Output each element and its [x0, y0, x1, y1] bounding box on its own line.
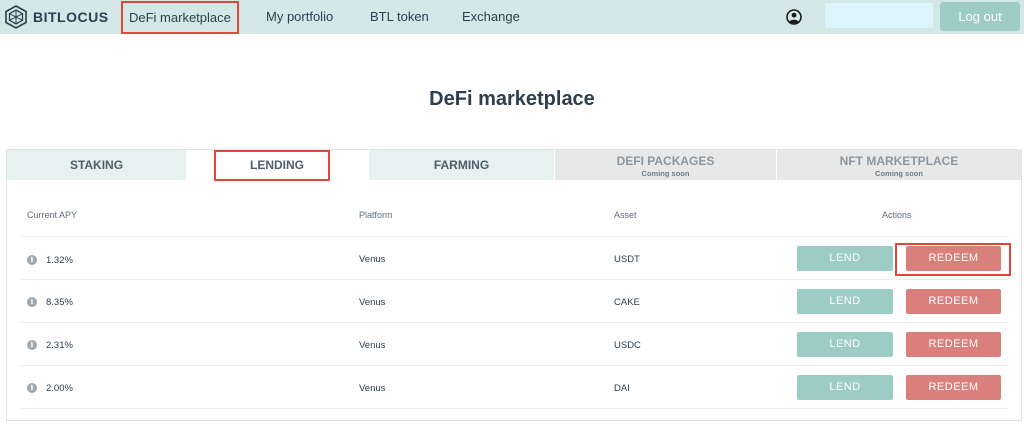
lending-tab-highlight	[214, 150, 330, 181]
nav-defi-marketplace[interactable]: DeFi marketplace	[121, 1, 239, 34]
bitlocus-hexagon-logo-icon	[5, 5, 27, 29]
tab-label: DEFI PACKAGES	[616, 154, 715, 168]
tab-bar: STAKING LENDING FARMING DEFI PACKAGES Co…	[7, 150, 1021, 180]
user-circle-icon[interactable]	[786, 9, 802, 25]
tab-coming-soon: Coming soon	[875, 169, 923, 178]
apy-value: 8.35%	[46, 297, 73, 308]
wallet-balance-field[interactable]	[825, 3, 933, 28]
apy-value: 2.31%	[46, 340, 73, 351]
tab-coming-soon: Coming soon	[641, 169, 690, 178]
apy-value: 2.00%	[46, 383, 73, 394]
header-asset: Asset	[614, 210, 637, 220]
asset-value: USDT	[614, 254, 640, 265]
header-actions: Actions	[882, 210, 912, 220]
platform-value: Venus	[359, 254, 386, 265]
redeem-highlight	[895, 243, 1011, 276]
nav-my-portfolio[interactable]: My portfolio	[266, 9, 333, 24]
info-icon[interactable]: i	[27, 297, 37, 307]
lend-button[interactable]: LEND	[797, 375, 893, 400]
tab-nft-marketplace[interactable]: NFT MARKETPLACE Coming soon	[777, 150, 1021, 180]
tab-farming[interactable]: FARMING	[369, 150, 554, 180]
asset-value: USDC	[614, 340, 641, 351]
header-platform: Platform	[359, 210, 393, 220]
tab-label: STAKING	[69, 158, 124, 172]
tab-label: FARMING	[433, 158, 490, 172]
platform-value: Venus	[359, 340, 386, 351]
apy-value: 1.32%	[46, 255, 73, 266]
logo-text: BITLOCUS	[33, 9, 109, 25]
redeem-button[interactable]: REDEEM	[906, 289, 1001, 314]
info-icon[interactable]: i	[27, 340, 37, 350]
row-divider	[21, 322, 1009, 323]
row-divider	[21, 365, 1009, 366]
info-icon[interactable]: i	[27, 255, 37, 265]
tab-defi-packages[interactable]: DEFI PACKAGES Coming soon	[555, 150, 776, 180]
logo[interactable]: BITLOCUS	[4, 5, 109, 29]
row-divider	[21, 408, 1009, 409]
asset-value: CAKE	[614, 297, 640, 308]
lend-button[interactable]: LEND	[797, 246, 893, 271]
row-divider	[21, 279, 1009, 280]
asset-value: DAI	[614, 383, 630, 394]
lend-button[interactable]: LEND	[797, 289, 893, 314]
redeem-button[interactable]: REDEEM	[906, 375, 1001, 400]
info-icon[interactable]: i	[27, 383, 37, 393]
page-title: DeFi marketplace	[429, 88, 595, 110]
tab-label: NFT MARKETPLACE	[839, 154, 959, 168]
lend-button[interactable]: LEND	[797, 332, 893, 357]
marketplace-panel: STAKING LENDING FARMING DEFI PACKAGES Co…	[6, 149, 1022, 421]
tab-staking[interactable]: STAKING	[7, 150, 186, 180]
nav-btl-token[interactable]: BTL token	[370, 9, 429, 24]
header-current-apy: Current APY	[27, 210, 78, 220]
logout-button[interactable]: Log out	[940, 2, 1020, 31]
platform-value: Venus	[359, 383, 386, 394]
platform-value: Venus	[359, 297, 386, 308]
nav-exchange[interactable]: Exchange	[462, 9, 520, 24]
row-divider	[21, 236, 1009, 237]
redeem-button[interactable]: REDEEM	[906, 332, 1001, 357]
top-navigation-bar: BITLOCUS DeFi marketplace My portfolio B…	[0, 0, 1024, 34]
